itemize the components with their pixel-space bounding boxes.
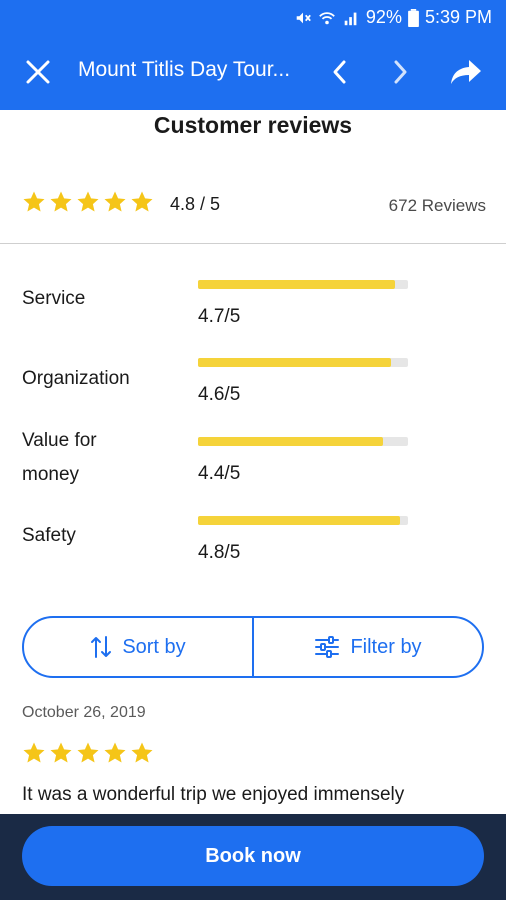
- rating-label: Service: [22, 288, 86, 309]
- rating-summary: 4.8 / 5 672 Reviews: [22, 186, 486, 222]
- rating-label: Organization: [22, 368, 130, 389]
- sort-button[interactable]: Sort by: [24, 618, 252, 676]
- battery-percent: 92%: [365, 7, 402, 27]
- rating-value: 4.4/5: [198, 463, 241, 484]
- chevron-right-icon: [394, 60, 407, 84]
- rating-bar: [198, 437, 408, 446]
- status-bar: 92% 5:39 PM: [0, 0, 506, 34]
- rating-bar-fill: [198, 437, 383, 446]
- sort-label: Sort by: [122, 635, 186, 658]
- star-icon: [131, 191, 153, 212]
- star-icon: [50, 191, 72, 212]
- sort-filter-control: Sort by Filter by: [22, 616, 484, 678]
- next-button[interactable]: [382, 54, 418, 90]
- filter-sliders-icon: [315, 636, 340, 658]
- review-stars: [22, 741, 154, 765]
- signal-icon: [344, 12, 357, 25]
- close-icon: [26, 60, 50, 84]
- toolbar: Mount Titlis Day Tour...: [0, 34, 506, 110]
- share-icon: [451, 60, 481, 84]
- star-icon: [104, 191, 126, 212]
- divider: [0, 243, 506, 244]
- star-icon: [131, 742, 153, 763]
- clock: 5:39 PM: [424, 7, 492, 27]
- rating-bar-fill: [198, 280, 396, 289]
- rating-bar-fill: [198, 358, 392, 367]
- overall-score: 4.8 / 5: [170, 194, 221, 214]
- star-icon: [104, 742, 126, 763]
- battery-icon: [408, 8, 419, 27]
- star-icon: [77, 742, 99, 763]
- star-icon: [77, 191, 99, 212]
- previous-button[interactable]: [322, 54, 358, 90]
- close-button[interactable]: [20, 54, 56, 90]
- rating-value: 4.6/5: [198, 384, 241, 405]
- overall-stars: [22, 190, 154, 214]
- star-icon: [23, 191, 45, 212]
- section-heading: Customer reviews: [153, 112, 353, 138]
- rating-label-line2: money: [22, 464, 80, 485]
- star-icon: [23, 742, 45, 763]
- review-count: 672 Reviews: [388, 196, 486, 215]
- rating-label-line1: Value for: [22, 430, 97, 451]
- rating-bar: [198, 280, 408, 289]
- share-button[interactable]: [446, 54, 486, 90]
- mute-icon: [296, 12, 311, 23]
- rating-label: Safety: [22, 525, 76, 546]
- review-text: It was a wonderful trip we enjoyed immen…: [22, 784, 405, 805]
- star-icon: [50, 742, 72, 763]
- rating-bar-fill: [198, 516, 400, 525]
- filter-label: Filter by: [350, 635, 422, 658]
- rating-bar: [198, 516, 408, 525]
- sort-icon: [91, 636, 112, 658]
- chevron-left-icon: [333, 60, 346, 84]
- wifi-icon: [319, 11, 335, 24]
- book-now-button[interactable]: Book now: [22, 826, 484, 886]
- filter-button[interactable]: Filter by: [254, 618, 482, 676]
- review-date: October 26, 2019: [22, 704, 146, 721]
- rating-value: 4.8/5: [198, 542, 241, 563]
- rating-value: 4.7/5: [198, 306, 241, 327]
- page-title: Mount Titlis Day Tour...: [78, 58, 291, 81]
- rating-bar: [198, 358, 408, 367]
